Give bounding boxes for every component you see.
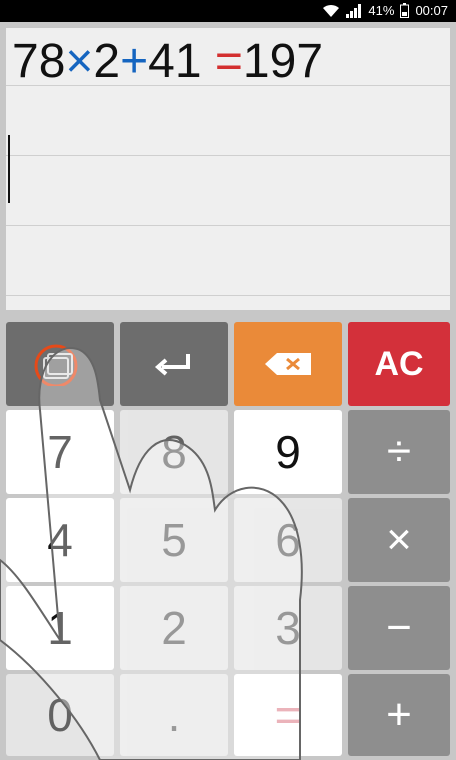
digit-8-button[interactable]: 8 [120, 410, 228, 494]
digit-6-button[interactable]: 6 [234, 498, 342, 582]
enter-button[interactable] [120, 322, 228, 406]
battery-icon [400, 3, 410, 18]
operand-c: 41 [148, 35, 202, 88]
operand-b: 2 [93, 35, 121, 88]
divider [6, 225, 450, 226]
plus-operator: + [120, 35, 149, 88]
minus-button[interactable]: − [348, 586, 450, 670]
result-value: 197 [242, 35, 324, 88]
digit-9-button[interactable]: 9 [234, 410, 342, 494]
battery-percent: 41% [368, 3, 395, 18]
operand-a: 78 [12, 35, 66, 88]
plus-button[interactable]: + [348, 674, 450, 756]
decimal-button[interactable]: . [120, 674, 228, 756]
divide-button[interactable]: ÷ [348, 410, 450, 494]
status-time: 00:07 [415, 3, 448, 18]
history-icon [30, 342, 90, 386]
equals-operator: = [214, 35, 243, 88]
multiply-button[interactable]: × [348, 498, 450, 582]
digit-3-button[interactable]: 3 [234, 586, 342, 670]
status-bar: 41% 00:07 [0, 0, 456, 22]
digit-1-button[interactable]: 1 [6, 586, 114, 670]
divider [6, 295, 450, 296]
digit-0-button[interactable]: 0 [6, 674, 114, 756]
digit-5-button[interactable]: 5 [120, 498, 228, 582]
history-button[interactable] [6, 322, 114, 406]
equals-button[interactable]: = [234, 674, 342, 756]
wifi-icon [322, 4, 340, 18]
digit-4-button[interactable]: 4 [6, 498, 114, 582]
digit-2-button[interactable]: 2 [120, 586, 228, 670]
return-icon [154, 351, 194, 377]
backspace-icon [263, 351, 313, 377]
multiply-operator: × [65, 35, 94, 88]
signal-icon [346, 3, 362, 18]
digit-7-button[interactable]: 7 [6, 410, 114, 494]
backspace-button[interactable] [234, 322, 342, 406]
divider [6, 155, 450, 156]
expression-line: 78×2+41 =197 [12, 34, 323, 90]
divider [6, 85, 450, 86]
text-cursor [8, 135, 10, 203]
calculator-display[interactable]: 78×2+41 =197 [6, 28, 450, 310]
clear-button[interactable]: AC [348, 322, 450, 406]
